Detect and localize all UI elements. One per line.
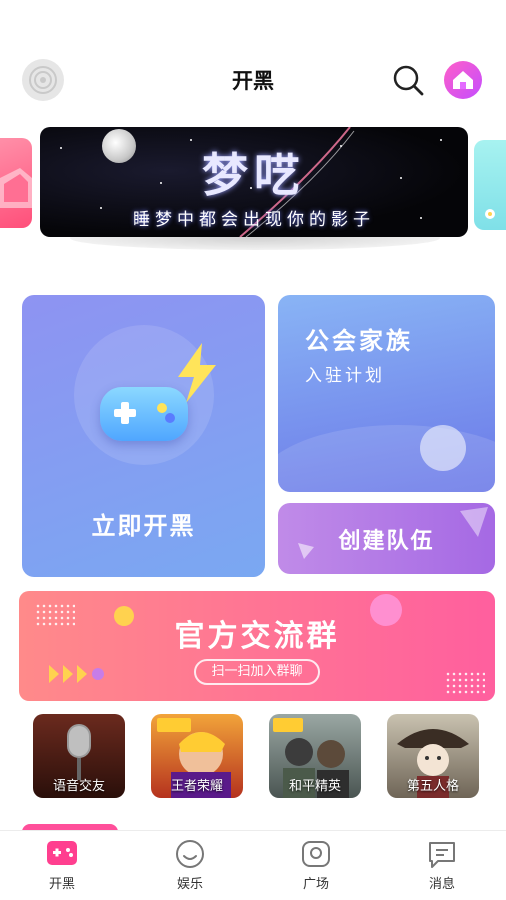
banner-subtitle: 睡梦中都会出现你的影子 xyxy=(133,210,375,230)
banner-next-slide[interactable] xyxy=(474,140,506,230)
plaza-icon xyxy=(302,841,330,867)
nav-label: 广场 xyxy=(302,877,329,892)
join-group-button[interactable]: 扫一扫加入群聊 xyxy=(194,659,320,685)
guild-card[interactable]: 公会家族 入驻计划 xyxy=(278,295,495,492)
start-play-label: 立即开黑 xyxy=(91,512,196,540)
guild-title: 公会家族 xyxy=(305,327,413,355)
circle-decoration xyxy=(92,668,104,680)
nav-label: 娱乐 xyxy=(176,877,203,892)
message-icon xyxy=(429,842,455,868)
nav-label: 开黑 xyxy=(48,877,75,892)
nav-label: 消息 xyxy=(428,877,455,892)
nav-tab-plaza[interactable]: 广场 xyxy=(276,839,356,892)
nav-tab-messages[interactable]: 消息 xyxy=(402,839,482,892)
guild-subtitle: 入驻计划 xyxy=(305,366,385,386)
start-play-card[interactable]: 立即开黑 xyxy=(22,295,265,577)
create-team-card[interactable]: 创建队伍 xyxy=(278,503,495,574)
gamepad-icon xyxy=(47,841,77,865)
dot-pattern xyxy=(445,671,485,695)
page-title: 开黑 xyxy=(232,69,274,93)
game-tile-identity[interactable]: 第五人格 xyxy=(387,714,479,798)
top-bar: 开黑 xyxy=(0,50,506,110)
gamepad-icon xyxy=(100,387,188,441)
create-team-label: 创建队伍 xyxy=(338,529,435,554)
play-arrows-icon xyxy=(49,665,87,683)
home-icon[interactable] xyxy=(444,61,482,99)
banner-carousel[interactable]: 梦呓 睡梦中都会出现你的影子 xyxy=(0,126,506,250)
game-label: 语音交友 xyxy=(52,779,105,794)
banner-prev-slide[interactable] xyxy=(0,138,32,228)
search-icon[interactable] xyxy=(390,62,426,98)
game-label: 王者荣耀 xyxy=(170,779,223,794)
moon-icon xyxy=(420,425,466,471)
game-tile-peace[interactable]: 和平精英 xyxy=(269,714,361,798)
banner-slide[interactable]: 梦呓 睡梦中都会出现你的影子 xyxy=(40,127,468,237)
nav-tab-play[interactable]: 开黑 xyxy=(22,839,102,892)
group-title: 官方交流群 xyxy=(174,619,340,654)
nav-tab-entertainment[interactable]: 娱乐 xyxy=(150,839,230,892)
bottom-nav: 开黑 娱乐 广场 消息 xyxy=(0,830,506,900)
game-label: 第五人格 xyxy=(406,779,459,794)
game-label: 和平精英 xyxy=(288,779,341,794)
banner-title: 梦呓 xyxy=(202,148,306,202)
game-tile-voice[interactable]: 语音交友 xyxy=(33,714,125,798)
game-tile-honor[interactable]: 王者荣耀 xyxy=(151,714,243,798)
smile-icon xyxy=(176,840,204,868)
microphone-icon xyxy=(67,724,91,780)
official-group-banner[interactable]: 官方交流群 扫一扫加入群聊 xyxy=(19,591,495,701)
